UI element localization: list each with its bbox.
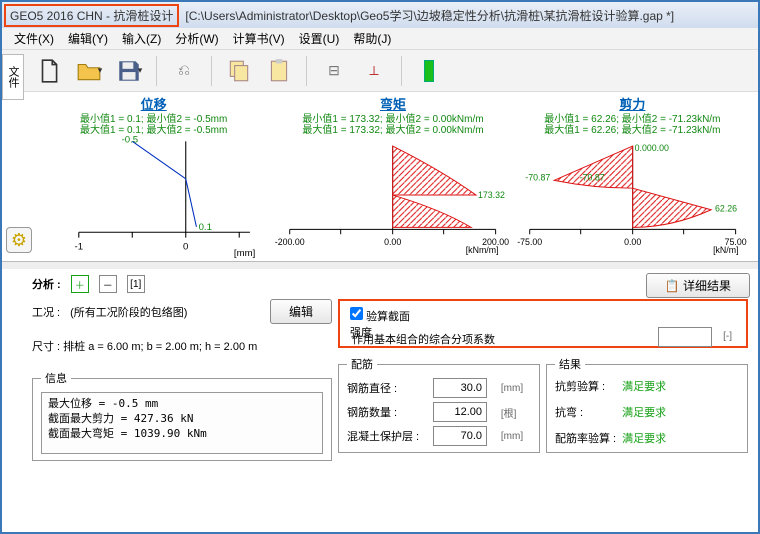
svg-text:62.26: 62.26: [715, 204, 737, 214]
coef-label: 作用基本组合的综合分项系数: [352, 331, 495, 347]
menu-analysis[interactable]: 分析(W): [171, 28, 222, 49]
chart3-title: 剪力: [619, 94, 645, 113]
svg-text:0.000.00: 0.000.00: [634, 143, 668, 153]
bend-result: 满足要求: [622, 404, 739, 420]
case-label: 工况 :: [32, 304, 60, 320]
new-file-icon[interactable]: [32, 54, 66, 88]
add-icon[interactable]: ＋: [71, 275, 89, 293]
svg-text:-200.00: -200.00: [275, 237, 305, 247]
copy-icon[interactable]: [222, 54, 256, 88]
chart1-svg: -1 0 [mm] -0.5 0.1: [36, 136, 271, 259]
index-icon[interactable]: [1]: [127, 275, 145, 293]
result-legend: 结果: [555, 356, 585, 372]
chart1-sub: 最小值1 = 0.1; 最小值2 = -0.5mm 最大值1 = 0.1; 最大…: [80, 114, 227, 136]
info-legend: 信息: [41, 370, 71, 386]
svg-text:0.00: 0.00: [624, 237, 641, 247]
dia-input[interactable]: [433, 378, 487, 398]
chart3-sub: 最小值1 = 62.26; 最小值2 = -71.23kN/m 最大值1 = 6…: [544, 114, 720, 136]
menu-input[interactable]: 输入(Z): [118, 28, 165, 49]
chart2-title: 弯矩: [380, 94, 406, 113]
save-icon[interactable]: ▾: [112, 54, 146, 88]
dia-label: 钢筋直径 :: [347, 380, 427, 396]
menubar: 文件(X) 编辑(Y) 输入(Z) 分析(W) 计算书(V) 设置(U) 帮助(…: [2, 28, 758, 50]
undo-icon[interactable]: ⎌: [167, 54, 201, 88]
open-folder-icon[interactable]: ▾: [72, 54, 106, 88]
chart2-sub: 最小值1 = 173.32; 最小值2 = 0.00kNm/m 最大值1 = 1…: [302, 114, 483, 136]
ratio-result: 满足要求: [622, 430, 739, 446]
svg-text:0.00: 0.00: [384, 237, 401, 247]
svg-text:-75.00: -75.00: [517, 237, 542, 247]
rebar-legend: 配筋: [347, 356, 377, 372]
svg-text:-0.5: -0.5: [122, 136, 139, 145]
svg-text:173.32: 173.32: [478, 190, 505, 200]
svg-text:-1: -1: [75, 241, 84, 252]
menu-settings[interactable]: 设置(U): [295, 28, 344, 49]
titlebar: GEO5 2016 CHN - 抗滑桩设计 [C:\Users\Administ…: [2, 2, 758, 28]
tool1-icon[interactable]: ⊟: [317, 54, 351, 88]
cov-input[interactable]: [433, 426, 487, 446]
info-fieldset: 信息 最大位移 = -0.5 mm 截面最大剪力 = 427.36 kN 截面最…: [32, 370, 332, 461]
coef-unit: [-]: [723, 331, 732, 342]
cnt-label: 钢筋数量 :: [347, 404, 427, 420]
chart2-svg: -200.00 0.00 200.00 [kNm/m] 173.32: [275, 136, 510, 259]
rebar-fieldset: 配筋 钢筋直径 :[mm] 钢筋数量 :[根] 混凝土保护层 :[mm]: [338, 356, 540, 453]
result-fieldset: 结果 抗剪验算 :满足要求 抗弯 :满足要求 配筋率验算 :满足要求: [546, 356, 748, 453]
size-label: 尺寸 : 排桩 a = 6.00 m; b = 2.00 m; h = 2.00…: [32, 338, 332, 354]
toolbar: 文件 ▾ ▾ ⎌ ⊟ ⟂: [2, 50, 758, 92]
menu-help[interactable]: 帮助(J): [349, 28, 395, 49]
chart3-svg: -75.00 0.00 75.00 [kN/m] 0.000.00 -70.87…: [515, 136, 750, 259]
svg-text:-70.87: -70.87: [525, 172, 550, 182]
detail-results-button[interactable]: 📋 详细结果: [646, 273, 750, 298]
svg-text:-70.87: -70.87: [579, 172, 604, 182]
case-value: (所有工况阶段的包络图): [70, 304, 187, 320]
coef-input[interactable]: [658, 327, 712, 347]
analysis-label: 分析 :: [32, 276, 61, 292]
menu-edit[interactable]: 编辑(Y): [64, 28, 112, 49]
svg-text:[kNm/m]: [kNm/m]: [466, 245, 499, 255]
menu-report[interactable]: 计算书(V): [229, 28, 289, 49]
cnt-input[interactable]: [433, 402, 487, 422]
file-path: [C:\Users\Administrator\Desktop\Geo5学习\边…: [179, 7, 674, 24]
svg-text:0.1: 0.1: [199, 222, 212, 233]
info-box: 最大位移 = -0.5 mm 截面最大剪力 = 427.36 kN 截面最大弯矩…: [41, 392, 323, 454]
green-marker-icon[interactable]: [412, 54, 446, 88]
chart-area: ⚙ 位移 最小值1 = 0.1; 最小值2 = -0.5mm 最大值1 = 0.…: [2, 92, 758, 261]
chart1-title: 位移: [141, 94, 167, 113]
gear-icon[interactable]: ⚙: [6, 227, 32, 253]
app-name: GEO5 2016 CHN - 抗滑桩设计: [4, 4, 179, 27]
svg-text:0: 0: [183, 241, 188, 252]
paste-icon[interactable]: [262, 54, 296, 88]
shear-result: 满足要求: [622, 378, 739, 394]
cov-label: 混凝土保护层 :: [347, 428, 427, 444]
menu-file[interactable]: 文件(X): [10, 28, 58, 49]
edit-button[interactable]: 编辑: [270, 299, 332, 324]
coef-box: 验算截面强度 作用基本组合的综合分项系数 [-]: [338, 299, 748, 348]
tool2-icon[interactable]: ⟂: [357, 54, 391, 88]
svg-text:[mm]: [mm]: [234, 248, 255, 259]
svg-text:[kN/m]: [kN/m]: [713, 245, 738, 255]
remove-icon[interactable]: －: [99, 275, 117, 293]
